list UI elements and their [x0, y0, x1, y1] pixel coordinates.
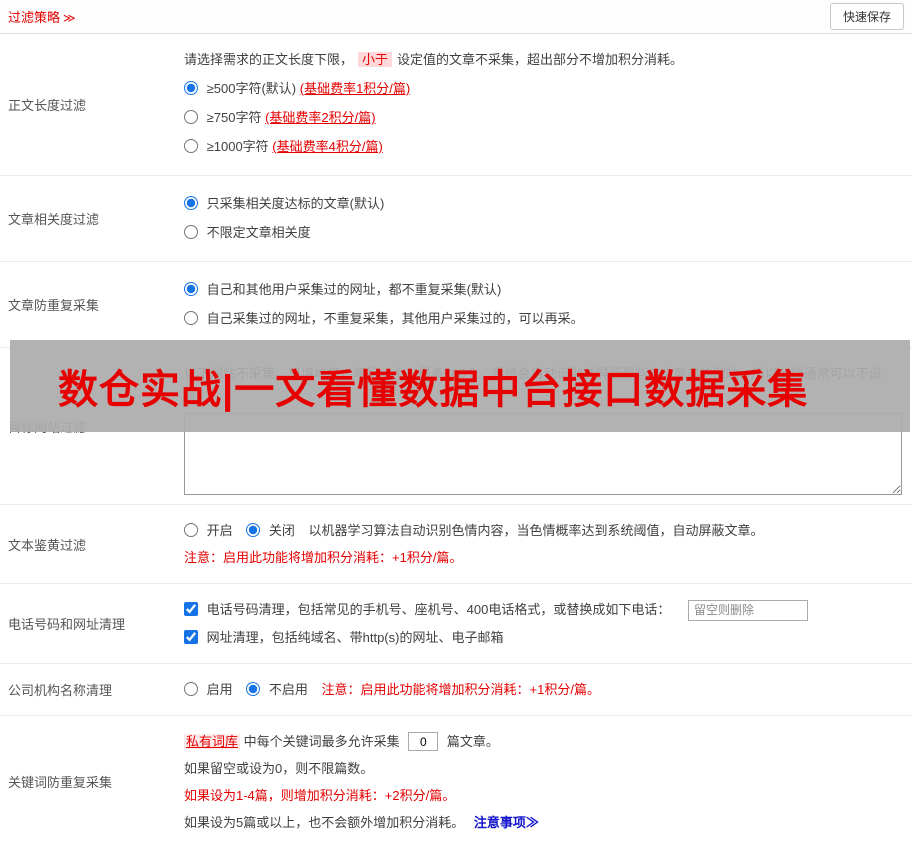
- row-target-site-filter: 目标网站过滤 以下网站不采集，只填域名，每行一个，最多200个。系统会自动识别并…: [0, 348, 912, 505]
- dedupe-option-self[interactable]: 自己采集过的网址，不重复采集，其他用户采集过的，可以再采。: [184, 309, 902, 329]
- length-option-500[interactable]: ≥500字符(默认) (基础费率1积分/篇): [184, 79, 902, 99]
- length-option-1000-rate-link[interactable]: (基础费率4积分/篇): [272, 139, 383, 154]
- row-dedupe-collect: 文章防重复采集 自己和其他用户采集过的网址，都不重复采集(默认) 自己采集过的网…: [0, 262, 912, 348]
- company-option-disable-label: 不启用: [269, 682, 308, 697]
- company-cost-note: 注意：启用此功能将增加积分消耗：+1积分/篇。: [322, 682, 600, 697]
- replacement-phone-input[interactable]: [688, 600, 808, 621]
- length-intro: 请选择需求的正文长度下限， 小于设定值的文章不采集，超出部分不增加积分消耗。: [184, 49, 902, 70]
- relevance-radio-strict[interactable]: [184, 196, 198, 210]
- length-option-1000-label: ≥1000字符: [207, 139, 273, 154]
- length-option-1000[interactable]: ≥1000字符 (基础费率4积分/篇): [184, 137, 902, 157]
- dedupe-radio-self[interactable]: [184, 311, 198, 325]
- keyword-note-five: 如果设为5篇或以上，也不会额外增加积分消耗。 注意事项≫: [184, 812, 902, 833]
- row-keyword-dedupe: 关键词防重复采集 私有词库 中每个关键词最多允许采集 篇文章。 如果留空或设为0…: [0, 716, 912, 848]
- dedupe-option-global-label: 自己和其他用户采集过的网址，都不重复采集(默认): [207, 282, 502, 297]
- length-option-750-label: ≥750字符: [207, 110, 265, 125]
- row-length-filter: 正文长度过滤 请选择需求的正文长度下限， 小于设定值的文章不采集，超出部分不增加积…: [0, 34, 912, 176]
- length-radio-500[interactable]: [184, 81, 198, 95]
- phone-cleanup-label: 电话号码清理，包括常见的手机号、座机号、400电话格式，或替换成如下电话：: [207, 602, 671, 617]
- porn-option-off[interactable]: 关闭: [246, 520, 295, 541]
- dedupe-option-self-label: 自己采集过的网址，不重复采集，其他用户采集过的，可以再采。: [207, 311, 584, 326]
- row-phone-url-cleanup: 电话号码和网址清理 电话号码清理，包括常见的手机号、座机号、400电话格式，或替…: [0, 584, 912, 664]
- target-site-desc: 以下网站不采集，只填域名，每行一个，最多200个。系统会自动识别并屏蔽那些非文章…: [184, 363, 902, 405]
- row-label-length: 正文长度过滤: [0, 34, 172, 175]
- row-label-keyword: 关键词防重复采集: [0, 716, 172, 848]
- notice-link[interactable]: 注意事项≫: [474, 815, 539, 830]
- relevance-option-any-label: 不限定文章相关度: [207, 225, 311, 240]
- dedupe-radio-global[interactable]: [184, 282, 198, 296]
- length-radio-750[interactable]: [184, 110, 198, 124]
- keyword-limit-line: 私有词库 中每个关键词最多允许采集 篇文章。: [184, 731, 902, 752]
- porn-radio-off[interactable]: [246, 523, 260, 537]
- company-options-line: 启用 不启用 注意：启用此功能将增加积分消耗：+1积分/篇。: [184, 679, 902, 700]
- page-title[interactable]: 过滤策略≫: [8, 7, 76, 26]
- length-option-750-rate-link[interactable]: (基础费率2积分/篇): [265, 110, 376, 125]
- relevance-option-any[interactable]: 不限定文章相关度: [184, 223, 902, 243]
- length-intro-pre: 请选择需求的正文长度下限，: [184, 52, 353, 67]
- keyword-note-zero: 如果留空或设为0，则不限篇数。: [184, 758, 902, 779]
- length-option-500-label: ≥500字符(默认): [207, 81, 300, 96]
- row-label-target-site: 目标网站过滤: [0, 348, 172, 504]
- relevance-radio-any[interactable]: [184, 225, 198, 239]
- row-content-company: 启用 不启用 注意：启用此功能将增加积分消耗：+1积分/篇。: [172, 664, 912, 715]
- porn-option-on-label: 开启: [207, 523, 233, 538]
- page-header: 过滤策略≫ 快速保存: [0, 0, 912, 34]
- porn-option-on[interactable]: 开启: [184, 520, 233, 541]
- row-label-phone-url: 电话号码和网址清理: [0, 584, 172, 663]
- relevance-option-strict[interactable]: 只采集相关度达标的文章(默认): [184, 194, 902, 214]
- row-content-relevance: 只采集相关度达标的文章(默认) 不限定文章相关度: [172, 176, 912, 261]
- url-cleanup-option[interactable]: 网址清理，包括纯域名、带http(s)的网址、电子邮箱: [184, 627, 503, 648]
- collapse-chevron-icon: ≫: [63, 11, 76, 25]
- url-cleanup-label: 网址清理，包括纯域名、带http(s)的网址、电子邮箱: [207, 630, 504, 645]
- length-intro-highlight: 小于: [358, 52, 392, 67]
- row-relevance-filter: 文章相关度过滤 只采集相关度达标的文章(默认) 不限定文章相关度: [0, 176, 912, 262]
- private-lexicon-link[interactable]: 私有词库: [184, 734, 240, 749]
- company-option-enable[interactable]: 启用: [184, 679, 233, 700]
- keyword-limit-mid: 中每个关键词最多允许采集: [244, 734, 400, 749]
- porn-options-line: 开启 关闭 以机器学习算法自动识别色情内容，当色情概率达到系统阈值，自动屏蔽文章…: [184, 520, 902, 541]
- keyword-limit-end: 篇文章。: [447, 734, 499, 749]
- relevance-option-strict-label: 只采集相关度达标的文章(默认): [207, 196, 385, 211]
- row-label-relevance: 文章相关度过滤: [0, 176, 172, 261]
- row-content-dedupe: 自己和其他用户采集过的网址，都不重复采集(默认) 自己采集过的网址，不重复采集，…: [172, 262, 912, 347]
- phone-cleanup-line: 电话号码清理，包括常见的手机号、座机号、400电话格式，或替换成如下电话：: [184, 599, 902, 621]
- quick-save-button[interactable]: 快速保存: [830, 3, 904, 30]
- company-radio-enable[interactable]: [184, 682, 198, 696]
- row-content-keyword: 私有词库 中每个关键词最多允许采集 篇文章。 如果留空或设为0，则不限篇数。 如…: [172, 716, 912, 848]
- company-option-enable-label: 启用: [207, 682, 233, 697]
- page-title-text: 过滤策略: [8, 10, 60, 25]
- porn-desc: 以机器学习算法自动识别色情内容，当色情概率达到系统阈值，自动屏蔽文章。: [309, 523, 764, 538]
- url-cleanup-line: 网址清理，包括纯域名、带http(s)的网址、电子邮箱: [184, 627, 902, 648]
- row-porn-filter: 文本鉴黄过滤 开启 关闭 以机器学习算法自动识别色情内容，当色情概率达到系统阈值…: [0, 505, 912, 584]
- url-cleanup-checkbox[interactable]: [184, 630, 198, 644]
- phone-cleanup-checkbox[interactable]: [184, 602, 198, 616]
- keyword-note-cost: 如果设为1-4篇，则增加积分消耗：+2积分/篇。: [184, 785, 902, 806]
- dedupe-option-global[interactable]: 自己和其他用户采集过的网址，都不重复采集(默认): [184, 280, 902, 300]
- row-label-porn: 文本鉴黄过滤: [0, 505, 172, 583]
- keyword-note-five-text: 如果设为5篇或以上，也不会额外增加积分消耗。: [184, 815, 464, 830]
- row-content-length: 请选择需求的正文长度下限， 小于设定值的文章不采集，超出部分不增加积分消耗。 ≥5…: [172, 34, 912, 175]
- company-radio-disable[interactable]: [246, 682, 260, 696]
- row-label-company: 公司机构名称清理: [0, 664, 172, 715]
- company-option-disable[interactable]: 不启用: [246, 679, 308, 700]
- porn-option-off-label: 关闭: [269, 523, 295, 538]
- row-content-phone-url: 电话号码清理，包括常见的手机号、座机号、400电话格式，或替换成如下电话： 网址…: [172, 584, 912, 663]
- row-content-porn: 开启 关闭 以机器学习算法自动识别色情内容，当色情概率达到系统阈值，自动屏蔽文章…: [172, 505, 912, 583]
- porn-radio-on[interactable]: [184, 523, 198, 537]
- row-label-dedupe: 文章防重复采集: [0, 262, 172, 347]
- blocked-sites-textarea[interactable]: [184, 413, 902, 495]
- length-intro-post: 设定值的文章不采集，超出部分不增加积分消耗。: [397, 52, 683, 67]
- row-company-cleanup: 公司机构名称清理 启用 不启用 注意：启用此功能将增加积分消耗：+1积分/篇。: [0, 664, 912, 716]
- phone-cleanup-option[interactable]: 电话号码清理，包括常见的手机号、座机号、400电话格式，或替换成如下电话：: [184, 599, 670, 620]
- keyword-count-input[interactable]: [408, 732, 438, 751]
- length-option-750[interactable]: ≥750字符 (基础费率2积分/篇): [184, 108, 902, 128]
- porn-cost-note: 注意：启用此功能将增加积分消耗：+1积分/篇。: [184, 547, 902, 568]
- row-content-target-site: 以下网站不采集，只填域名，每行一个，最多200个。系统会自动识别并屏蔽那些非文章…: [172, 348, 912, 504]
- length-radio-1000[interactable]: [184, 139, 198, 153]
- length-option-500-rate-link[interactable]: (基础费率1积分/篇): [300, 81, 411, 96]
